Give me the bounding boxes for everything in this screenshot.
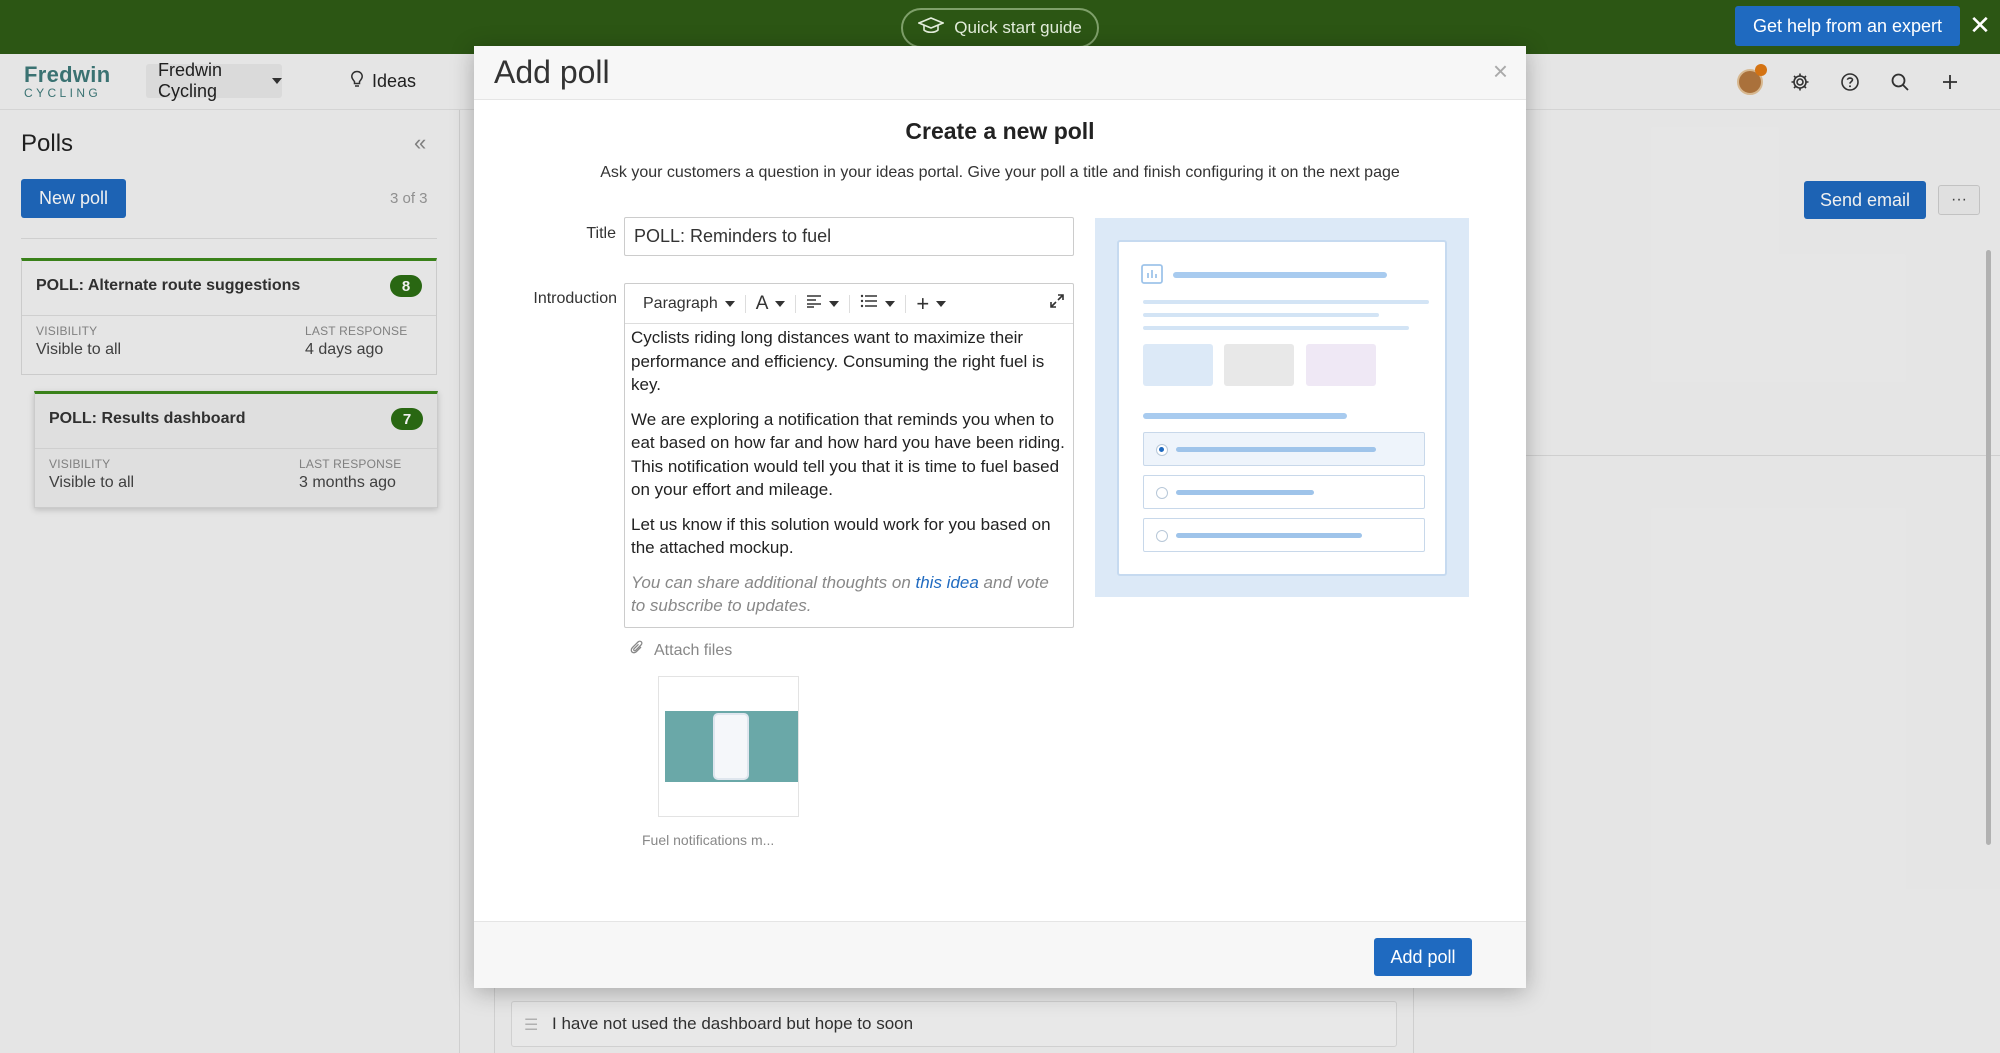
chevron-down-icon (724, 300, 735, 307)
placeholder-line (1176, 447, 1376, 452)
chevron-down-icon (936, 300, 947, 307)
editor-content[interactable]: Cyclists riding long distances want to m… (625, 326, 1073, 626)
plus-icon: + (916, 290, 930, 316)
attach-files-label: Attach files (654, 641, 733, 659)
bar-chart-icon (1141, 264, 1163, 289)
insert-dropdown[interactable]: + (906, 290, 956, 316)
create-poll-description: Ask your customers a question in your id… (600, 164, 1400, 181)
placeholder-swatch (1143, 344, 1213, 386)
placeholder-line (1176, 490, 1314, 495)
preview-option (1143, 475, 1425, 509)
banner-close-icon[interactable]: ✕ (1968, 11, 1992, 39)
introduction-editor[interactable]: Paragraph A + Cyclists riding long dista… (624, 283, 1074, 628)
attachment-thumbnail[interactable] (658, 676, 799, 817)
radio-icon (1156, 530, 1168, 542)
poll-title-input[interactable] (624, 217, 1074, 256)
align-left-icon (806, 294, 822, 313)
modal-title: Add poll (494, 54, 610, 90)
placeholder-line (1143, 300, 1429, 304)
list-dropdown[interactable] (850, 292, 905, 316)
intro-paragraph: Let us know if this solution would work … (631, 514, 1051, 558)
chevron-down-icon (885, 300, 896, 307)
bullet-list-icon (860, 294, 878, 313)
radio-selected-icon (1156, 444, 1168, 456)
editor-toolbar: Paragraph A + (625, 284, 1073, 324)
paragraph-style-label: Paragraph (643, 294, 718, 312)
title-label: Title (586, 225, 616, 242)
intro-paragraph: We are exploring a notification that rem… (631, 409, 1065, 500)
phone-mockup (713, 713, 749, 780)
text-format-dropdown[interactable]: A (746, 292, 796, 316)
placeholder-line (1143, 313, 1379, 317)
preview-option (1143, 432, 1425, 466)
add-poll-modal: Add poll × Create a new poll Ask your cu… (474, 46, 1526, 988)
modal-footer: Add poll (474, 921, 1526, 988)
intro-note: You can share additional thoughts on thi… (631, 572, 1049, 616)
expand-icon[interactable] (1049, 293, 1065, 314)
graduation-cap-icon (917, 16, 946, 41)
get-help-button[interactable]: Get help from an expert (1735, 6, 1960, 46)
poll-illustration (1095, 218, 1469, 597)
align-dropdown[interactable] (796, 292, 849, 316)
placeholder-swatch (1306, 344, 1376, 386)
introduction-label: Introduction (533, 290, 617, 307)
add-poll-button[interactable]: Add poll (1374, 938, 1472, 976)
paragraph-style-dropdown[interactable]: Paragraph (633, 292, 745, 316)
quick-start-label: Quick start guide (954, 18, 1082, 37)
intro-paragraph: Cyclists riding long distances want to m… (631, 328, 1045, 394)
create-poll-heading: Create a new poll (905, 118, 1095, 144)
attach-files-button[interactable]: Attach files (630, 640, 732, 661)
quick-start-guide-button[interactable]: Quick start guide (901, 8, 1099, 48)
idea-link[interactable]: this idea (916, 573, 979, 592)
chevron-down-icon (775, 300, 786, 307)
close-icon[interactable]: × (1493, 56, 1508, 87)
chevron-down-icon (829, 300, 840, 307)
radio-icon (1156, 487, 1168, 499)
mockup-image (665, 711, 798, 782)
paperclip-icon (630, 640, 644, 661)
placeholder-swatch (1224, 344, 1294, 386)
placeholder-line (1176, 533, 1362, 538)
font-icon: A (755, 292, 769, 314)
poll-preview-card (1117, 240, 1447, 576)
attachment-filename: Fuel notifications m... (642, 832, 775, 848)
preview-option (1143, 518, 1425, 552)
placeholder-line (1173, 272, 1387, 278)
modal-header: Add poll × (474, 46, 1526, 100)
placeholder-line (1143, 326, 1409, 330)
placeholder-line (1143, 413, 1347, 419)
